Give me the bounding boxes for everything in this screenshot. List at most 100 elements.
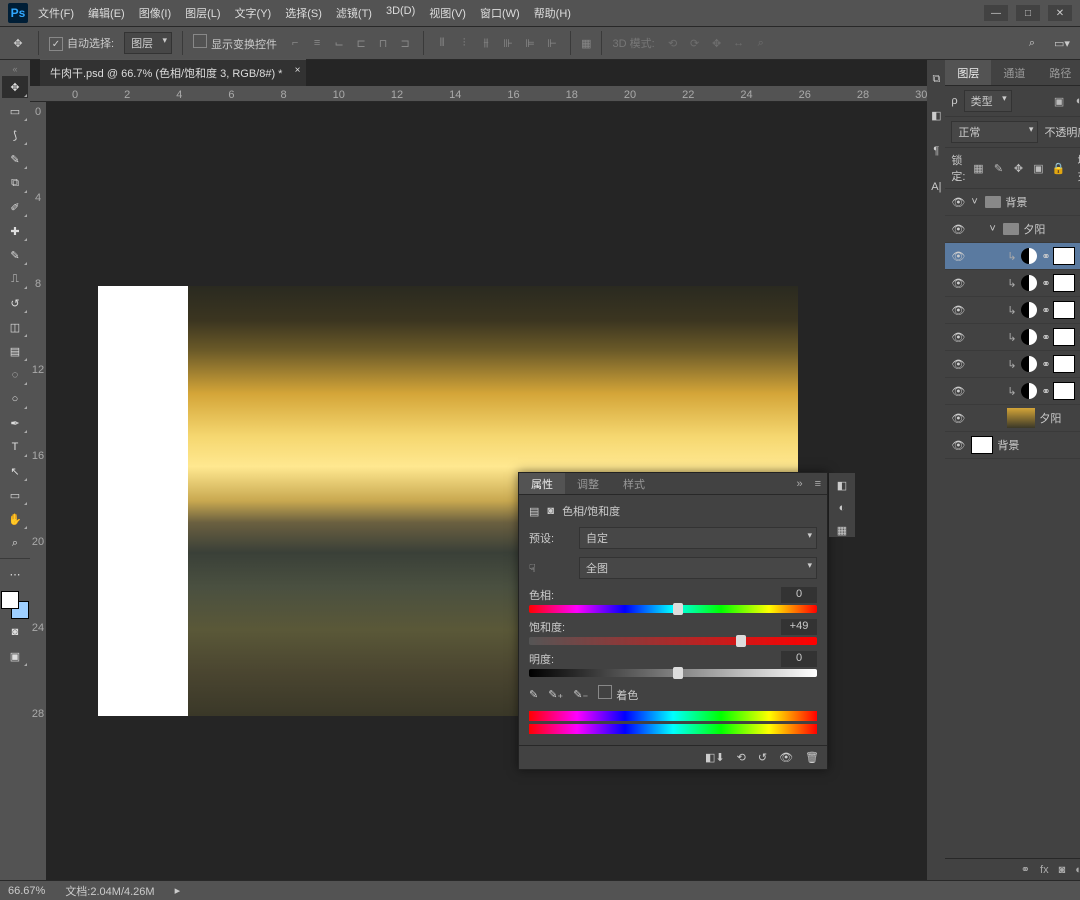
visibility-icon[interactable]: 👁	[949, 277, 967, 290]
dodge-tool[interactable]: ○	[2, 388, 28, 410]
history-brush-tool[interactable]: ↺	[2, 292, 28, 314]
quick-mask-toggle[interactable]: ◙	[2, 621, 28, 643]
adjustments-icon[interactable]: ◧	[837, 479, 847, 492]
maximize-button[interactable]: □	[1016, 5, 1040, 21]
auto-align-icon[interactable]: ▦	[581, 37, 591, 50]
visibility-icon[interactable]: 👁	[949, 223, 967, 236]
menu-edit[interactable]: 编辑(E)	[88, 5, 125, 21]
visibility-icon[interactable]: 👁	[949, 304, 967, 317]
dist-bottom-icon[interactable]: ⫵	[478, 35, 494, 51]
preset-dropdown[interactable]: 自定	[579, 527, 817, 549]
colorize-checkbox[interactable]: 着色	[598, 685, 638, 703]
mask-thumb[interactable]	[1053, 247, 1075, 265]
props-tab-properties[interactable]: 属性	[519, 473, 565, 494]
zoom-level[interactable]: 66.67%	[8, 885, 45, 897]
menu-select[interactable]: 选择(S)	[285, 5, 322, 21]
menu-view[interactable]: 视图(V)	[429, 5, 466, 21]
lock-position-icon[interactable]: ✥	[1012, 161, 1026, 175]
reset-icon[interactable]: ↺	[758, 751, 767, 764]
blur-tool[interactable]: ◌	[2, 364, 28, 386]
layer-row[interactable]: 👁↳⚭选取...	[945, 378, 1080, 405]
canvas[interactable]: ◧ ◐ ▦ 属性 调整 样式 » ≡ ▤	[46, 102, 927, 880]
search-icon[interactable]: ⌕	[1022, 33, 1042, 53]
lock-transparent-icon[interactable]: ▦	[972, 161, 986, 175]
collapse-icon[interactable]: »	[790, 478, 808, 490]
healing-tool[interactable]: ✚	[2, 220, 28, 242]
dist-vcenter-icon[interactable]: ⫶	[456, 35, 472, 51]
document-tab[interactable]: 牛肉干.psd @ 66.7% (色相/饱和度 3, RGB/8#) *×	[40, 59, 306, 86]
mask-thumb[interactable]	[1053, 274, 1075, 292]
expand-icon[interactable]: ˅	[971, 196, 981, 208]
mask-thumb[interactable]	[1053, 382, 1075, 400]
visibility-icon[interactable]: 👁	[949, 439, 967, 452]
mask-thumb[interactable]	[1053, 301, 1075, 319]
layer-row[interactable]: 👁背景🔒	[945, 432, 1080, 459]
menu-image[interactable]: 图像(I)	[139, 5, 171, 21]
align-hcenter-icon[interactable]: ⊓	[375, 35, 391, 51]
brush-tool[interactable]: ✎	[2, 244, 28, 266]
tab-layers[interactable]: 图层	[945, 60, 991, 85]
layer-row[interactable]: 👁↳⚭选取...	[945, 297, 1080, 324]
zoom-tool[interactable]: ⌕	[2, 532, 28, 554]
menu-help[interactable]: 帮助(H)	[534, 5, 571, 21]
gradient-tool[interactable]: ▤	[2, 340, 28, 362]
blend-mode-dropdown[interactable]: 正常	[951, 121, 1038, 143]
color-panel-icon[interactable]: ◧	[927, 106, 945, 124]
lightness-slider[interactable]: 明度:0	[529, 651, 817, 677]
range-dropdown[interactable]: 全图	[579, 557, 817, 579]
visibility-icon[interactable]: 👁	[949, 385, 967, 398]
lasso-tool[interactable]: ⟆	[2, 124, 28, 146]
auto-select-checkbox[interactable]: ✓自动选择:	[49, 35, 114, 52]
layer-name[interactable]: 背景	[1005, 194, 1080, 210]
align-left-icon[interactable]: ⊏	[353, 35, 369, 51]
paragraph-panel-icon[interactable]: A|	[927, 178, 945, 196]
clip-to-layer-icon[interactable]: ◧⬇	[705, 751, 725, 764]
filter-adjust-icon[interactable]: ◐	[1072, 94, 1080, 108]
finger-icon[interactable]: ☟	[529, 562, 571, 575]
hand-tool[interactable]: ✋	[2, 508, 28, 530]
pen-tool[interactable]: ✒	[2, 412, 28, 434]
filter-pixel-icon[interactable]: ▣	[1052, 94, 1066, 108]
tab-paths[interactable]: 路径	[1037, 60, 1080, 85]
auto-select-target-dropdown[interactable]: 图层	[124, 32, 172, 54]
color-swatch[interactable]	[1, 591, 29, 619]
eyedropper-tool[interactable]: ✐	[2, 196, 28, 218]
dist-right-icon[interactable]: ⊩	[544, 35, 560, 51]
menu-type[interactable]: 文字(Y)	[235, 5, 272, 21]
props-tab-adjustments[interactable]: 调整	[565, 473, 611, 494]
visibility-icon[interactable]: 👁	[949, 331, 967, 344]
crop-tool[interactable]: ⧉	[2, 172, 28, 194]
menu-3d[interactable]: 3D(D)	[386, 5, 415, 21]
view-previous-icon[interactable]: ⟲	[737, 751, 746, 764]
close-button[interactable]: ✕	[1048, 5, 1072, 21]
layer-name[interactable]: 背景	[997, 437, 1080, 453]
menu-filter[interactable]: 滤镜(T)	[336, 5, 372, 21]
menu-layer[interactable]: 图层(L)	[185, 5, 220, 21]
type-tool[interactable]: T	[2, 436, 28, 458]
path-select-tool[interactable]: ↖	[2, 460, 28, 482]
layer-row[interactable]: 👁↳⚭曲线 2	[945, 351, 1080, 378]
close-tab-icon[interactable]: ×	[295, 65, 301, 76]
align-right-icon[interactable]: ⊐	[397, 35, 413, 51]
styles-icon[interactable]: ◐	[839, 502, 846, 514]
align-top-icon[interactable]: ⌐	[287, 35, 303, 51]
stamp-tool[interactable]: ⎍	[2, 268, 28, 290]
menu-window[interactable]: 窗口(W)	[480, 5, 520, 21]
swatches-icon[interactable]: ▦	[837, 524, 847, 537]
align-bottom-icon[interactable]: ⌙	[331, 35, 347, 51]
workspace-icon[interactable]: ▭▾	[1052, 33, 1072, 53]
layer-fx-icon[interactable]: fx	[1040, 864, 1049, 876]
shape-tool[interactable]: ▭	[2, 484, 28, 506]
layer-row[interactable]: 👁↳⚭色相/...	[945, 324, 1080, 351]
tab-channels[interactable]: 通道	[991, 60, 1037, 85]
quick-select-tool[interactable]: ✎	[2, 148, 28, 170]
layer-row[interactable]: 👁↳⚭色相/...	[945, 270, 1080, 297]
eyedropper-icon[interactable]: ✎	[529, 688, 538, 701]
link-layers-icon[interactable]: ⚭	[1021, 863, 1030, 876]
show-transform-checkbox[interactable]: 显示变换控件	[193, 34, 277, 52]
add-mask-icon[interactable]: ◙	[1059, 864, 1066, 876]
visibility-icon[interactable]: 👁	[949, 196, 967, 209]
layer-name[interactable]: 夕阳	[1023, 221, 1080, 237]
mask-thumb[interactable]	[1053, 328, 1075, 346]
dist-hcenter-icon[interactable]: ⊫	[522, 35, 538, 51]
